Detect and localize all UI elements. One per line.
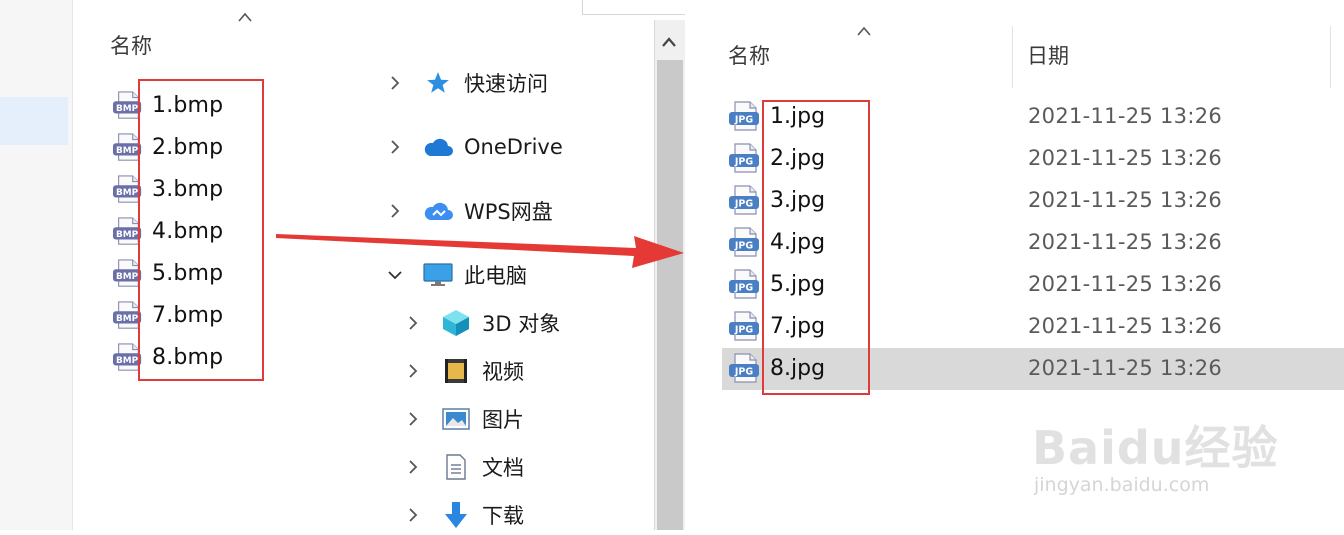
svg-text:BMP: BMP [116,188,139,198]
nav-item-label: 下载 [482,504,524,528]
conversion-arrow [276,234,684,268]
file-name: 8.jpg [770,355,826,381]
nav-item-label: 图片 [482,408,524,432]
scroll-up-icon[interactable] [661,36,677,48]
right-date-column-header[interactable]: 日期 [1027,40,1069,70]
chevron-right-icon[interactable] [404,314,422,332]
jpg-file-icon: JPG [728,352,762,384]
svg-text:BMP: BMP [116,272,139,282]
nav-item-label: WPS网盘 [464,200,553,224]
nav-item-label: OneDrive [464,135,563,159]
svg-text:BMP: BMP [116,356,139,366]
left-nav-strip [0,0,72,530]
svg-text:BMP: BMP [116,314,139,324]
watermark-brand: Baidu经验 [1032,421,1279,475]
svg-text:JPG: JPG [734,157,753,168]
jpg-file-icon: JPG [728,310,762,342]
nav-item[interactable]: OneDrive [386,127,563,167]
file-name: 3.jpg [770,187,826,213]
column-separator[interactable] [1330,26,1331,88]
chevron-right-icon[interactable] [404,362,422,380]
cloud-icon [422,133,454,161]
chevron-right-icon[interactable] [386,74,404,92]
chevron-right-icon[interactable] [386,138,404,156]
watermark-url: jingyan.baidu.com [1034,474,1210,496]
baidu-watermark: Baidu经验 jingyan.baidu.com [1032,412,1312,522]
sort-ascending-icon[interactable] [238,12,252,22]
jpg-file-icon: JPG [728,184,762,216]
svg-text:BMP: BMP [116,230,139,240]
svg-text:BMP: BMP [116,104,139,114]
jpg-file-icon: JPG [728,226,762,258]
wps-cloud-icon [422,197,454,225]
right-window-top-edge [582,0,1344,15]
jpg-file-icon: JPG [728,100,762,132]
file-date: 2021-11-25 13:26 [1028,230,1223,254]
svg-text:JPG: JPG [734,241,753,252]
left-nav-selected-item[interactable] [0,97,68,145]
svg-text:JPG: JPG [734,115,753,126]
file-name: 4.jpg [770,229,826,255]
nav-item[interactable]: WPS网盘 [386,191,553,231]
left-pane-divider [72,0,73,530]
file-date: 2021-11-25 13:26 [1028,146,1223,170]
jpg-file-icon: JPG [728,142,762,174]
file-date: 2021-11-25 13:26 [1028,104,1223,128]
nav-item[interactable]: 快速访问 [386,63,548,103]
nav-scrollbar-thumb[interactable] [657,60,683,530]
svg-text:BMP: BMP [116,146,139,156]
file-name: 1.jpg [770,103,826,129]
jpg-file-icon: JPG [728,268,762,300]
file-date: 2021-11-25 13:26 [1028,356,1223,380]
file-date: 2021-11-25 13:26 [1028,314,1223,338]
nav-item[interactable]: 视频 [404,351,524,391]
nav-item-label: 视频 [482,360,524,384]
nav-item-label: 快速访问 [464,72,548,96]
left-name-column-header[interactable]: 名称 [110,30,152,60]
file-name: 2.jpg [770,145,826,171]
file-date: 2021-11-25 13:26 [1028,272,1223,296]
nav-item[interactable]: 下载 [404,495,524,535]
svg-text:JPG: JPG [734,283,753,294]
nav-item[interactable]: 图片 [404,399,524,439]
sort-ascending-icon[interactable] [857,26,871,36]
chevron-right-icon[interactable] [386,202,404,220]
chevron-right-icon[interactable] [404,506,422,524]
file-date: 2021-11-25 13:26 [1028,188,1223,212]
nav-item[interactable]: 文档 [404,447,524,487]
picture-icon [440,405,472,433]
nav-item-label: 文档 [482,456,524,480]
svg-text:JPG: JPG [734,325,753,336]
chevron-right-icon[interactable] [404,410,422,428]
file-name: 5.jpg [770,271,826,297]
highlight-box-bmp-names [138,79,264,381]
cube-3d-icon [440,309,472,337]
svg-text:JPG: JPG [734,199,753,210]
video-icon [440,357,472,385]
svg-text:JPG: JPG [734,367,753,378]
column-separator[interactable] [1012,26,1013,88]
nav-item-label: 3D 对象 [482,312,561,336]
file-name: 7.jpg [770,313,826,339]
star-icon [422,69,454,97]
download-icon [440,501,472,529]
chevron-right-icon[interactable] [404,458,422,476]
nav-item[interactable]: 3D 对象 [404,303,560,343]
document-icon [440,453,472,481]
right-name-column-header[interactable]: 名称 [728,40,770,70]
